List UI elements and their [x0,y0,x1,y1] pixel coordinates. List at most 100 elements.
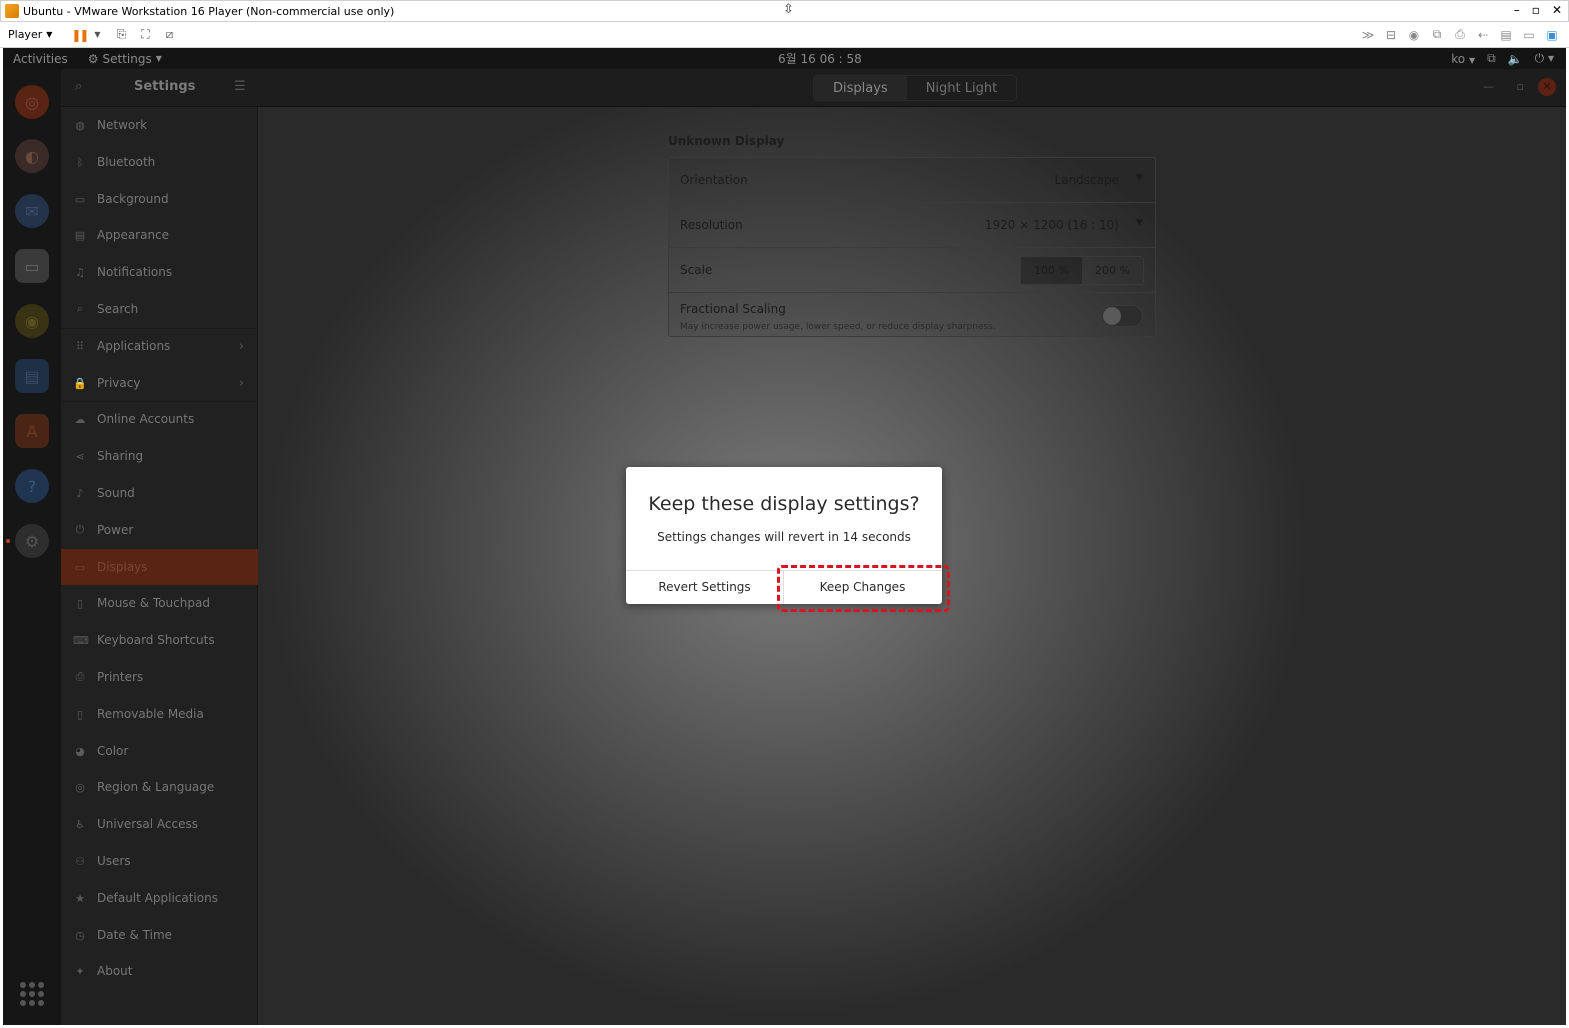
input-method-button[interactable]: ko ▼ [1451,52,1475,66]
sound-card-icon[interactable]: ▤ [1499,28,1513,42]
sidebar-item-network[interactable]: ◍ Network [61,107,258,143]
sidebar-item-universal-access[interactable]: ♿ Universal Access [61,806,258,842]
sidebar-item-users[interactable]: ⚇ Users [61,843,258,879]
sidebar-item-label: Removable Media [97,707,204,721]
resolution-row[interactable]: Resolution 1920 × 1200 (16 : 10) ▼ [669,203,1155,248]
power-menu-icon[interactable]: ⏻ ▾ [1535,51,1554,66]
unity-icon[interactable]: ⧄ [162,27,176,42]
settings-app-icon[interactable]: ⚙ [15,524,49,558]
gnome-topbar: Activities ⚙ Settings ▼ 6월 16 06 : 58 ko… [3,48,1566,69]
minimize-button[interactable]: – [1514,3,1520,17]
tab-displays[interactable]: Displays [814,76,907,100]
sidebar-item-bluetooth[interactable]: ᛒ Bluetooth [61,144,258,180]
sidebar-item-default-applications[interactable]: ★ Default Applications [61,880,258,916]
sidebar-item-date-time[interactable]: ◷ Date & Time [61,917,258,953]
dialog-title: Keep these display settings? [648,493,920,515]
search-icon[interactable]: ⌕ [75,79,82,94]
sidebar-item-label: Default Applications [97,891,218,905]
sidebar-item-notifications[interactable]: ♫ Notifications [61,254,258,290]
writer-icon[interactable]: ▤ [15,359,49,393]
sidebar-item-removable-media[interactable]: ▯ Removable Media [61,696,258,732]
vm-titlebar: Ubuntu - VMware Workstation 16 Player (N… [0,0,1569,22]
sidebar-item-appearance[interactable]: ▤ Appearance [61,217,258,253]
player-menu-button[interactable]: Player ▼ [8,28,52,41]
window-maximize-button[interactable]: ▫ [1517,80,1524,93]
chevron-down-icon[interactable]: ▼ [90,28,104,42]
lock-icon: 🔒 [73,376,87,390]
fullscreen-icon[interactable]: ⛶ [138,27,152,42]
sidebar-item-power[interactable]: ⏻ Power [61,512,258,548]
firefox-icon[interactable]: ◐ [15,139,49,173]
sidebar-item-keyboard-shortcuts[interactable]: ⌨ Keyboard Shortcuts [61,622,258,658]
scale-100-button[interactable]: 100 % [1021,257,1082,284]
sidebar-item-applications[interactable]: ⠿ Applications › [61,328,258,364]
fast-forward-icon[interactable]: ≫ [1361,28,1375,42]
sidebar-item-search[interactable]: ⌕ Search [61,291,258,327]
files-icon[interactable]: ▭ [15,249,49,283]
sidebar-item-about[interactable]: ✦ About [61,953,258,989]
sidebar-item-label: Color [97,744,129,758]
display-device-icon[interactable]: ▭ [1522,28,1536,42]
printer-icon[interactable]: ⎙ [1453,27,1467,42]
message-log-icon[interactable]: ▣ [1545,28,1559,42]
sidebar-item-background[interactable]: ▭ Background [61,181,258,217]
star-icon: ★ [75,891,85,905]
maximize-button[interactable]: ▫ [1532,3,1540,17]
app-menu-button[interactable]: ⚙ Settings ▼ [88,52,162,66]
network-status-icon[interactable]: ⧉ [1487,51,1496,66]
resolution-label: Resolution [680,218,743,232]
vm-toolbar: Player ▼ ❚❚ ▼ ⎘ ⛶ ⧄ ≫ ⊟ ◉ ⧉ ⎙ ⇠ ▤ ▭ ▣ [0,22,1569,48]
chevron-right-icon: › [238,338,244,354]
grid-icon: ⠿ [75,339,85,353]
volume-icon[interactable]: 🔈 [1508,52,1523,66]
activities-button[interactable]: Activities [13,52,68,66]
printer-icon: ⎙ [75,670,85,683]
hamburger-menu-icon[interactable]: ☰ [234,79,246,94]
ubuntu-logo-icon[interactable]: ◎ [15,85,49,119]
window-minimize-button[interactable]: — [1483,80,1494,93]
revert-settings-button[interactable]: Revert Settings [626,571,783,604]
sidebar-item-displays[interactable]: ▭ Displays [61,549,258,585]
window-close-button[interactable]: ✕ [1538,78,1556,96]
fractional-scaling-switch[interactable] [1101,305,1143,327]
harddisk-icon[interactable]: ⊟ [1384,28,1398,42]
appearance-icon: ▤ [74,228,86,242]
music-note-icon: ♪ [76,486,84,500]
network-adapter-icon[interactable]: ⧉ [1430,27,1444,42]
orientation-row[interactable]: Orientation Landscape ▼ [669,158,1155,203]
clock[interactable]: 6월 16 06 : 58 [778,50,862,67]
sidebar-item-printers[interactable]: ⎙ Printers [61,659,258,695]
scale-200-button[interactable]: 200 % [1082,257,1143,284]
app-menu-label: Settings [102,51,152,66]
sidebar-item-color[interactable]: ◕ Color [61,733,258,769]
cdrom-icon[interactable]: ◉ [1407,28,1421,42]
display-icon: ▭ [74,560,86,574]
sidebar-item-label: Users [97,854,131,868]
gear-icon: ⚙ [87,51,99,66]
pause-icon[interactable]: ❚❚ [71,28,89,42]
sidebar-item-label: Appearance [97,228,170,242]
tab-night-light[interactable]: Night Light [907,76,1016,100]
software-center-icon[interactable]: A [15,414,49,448]
orientation-label: Orientation [680,173,748,187]
help-icon[interactable]: ? [15,469,49,503]
sidebar-item-label: About [97,964,133,978]
sidebar-item-label: Background [97,192,169,206]
show-applications-icon[interactable] [20,982,44,1006]
dropdown-arrow-icon: ▼ [1136,218,1143,228]
rhythmbox-icon[interactable]: ◉ [15,304,49,338]
cursor-resize-icon: ⇳ [783,2,794,17]
users-icon: ⚇ [75,854,85,868]
sidebar-item-region-language[interactable]: ◎ Region & Language [61,769,258,805]
sidebar-item-sharing[interactable]: ⋖ Sharing [61,438,258,474]
usb-icon[interactable]: ⇠ [1476,28,1490,42]
sidebar-item-mouse-touchpad[interactable]: ▯ Mouse & Touchpad [61,585,258,621]
close-button[interactable]: ✕ [1552,3,1562,17]
sidebar-item-online-accounts[interactable]: ☁ Online Accounts [61,401,258,437]
thunderbird-icon[interactable]: ✉ [15,194,49,228]
sidebar-item-privacy[interactable]: 🔒 Privacy › [61,365,258,401]
scale-row: Scale 100 % 200 % [669,248,1155,293]
chevron-down-icon: ▼ [1468,55,1476,65]
send-ctrl-alt-del-icon[interactable]: ⎘ [114,27,128,42]
sidebar-item-sound[interactable]: ♪ Sound [61,475,258,511]
